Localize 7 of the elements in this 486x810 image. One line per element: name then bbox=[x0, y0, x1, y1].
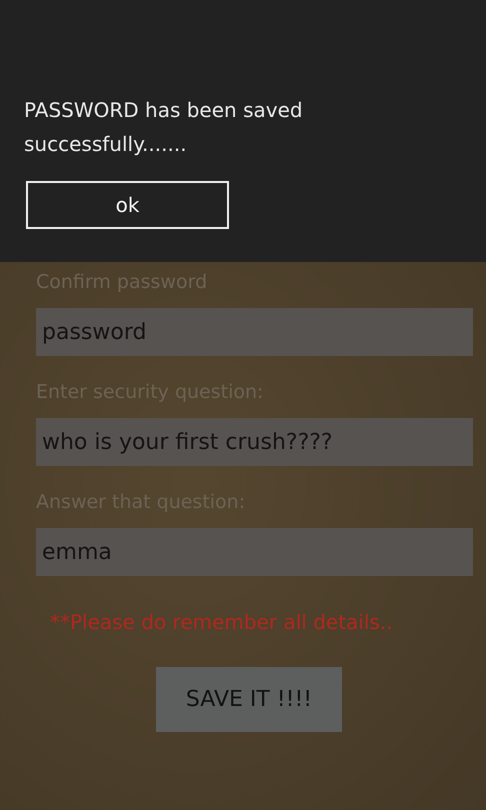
input-field[interactable]: emma bbox=[36, 528, 473, 576]
save-button[interactable]: SAVE IT !!!! bbox=[156, 667, 342, 732]
input-field[interactable]: password bbox=[36, 308, 473, 356]
input-field[interactable]: who is your first crush???? bbox=[36, 418, 473, 466]
reminder-note: **Please do remember all details.. bbox=[50, 610, 394, 634]
dialog-message: PASSWORD has been saved successfully....... bbox=[24, 97, 304, 158]
ok-button[interactable]: ok bbox=[26, 181, 229, 229]
